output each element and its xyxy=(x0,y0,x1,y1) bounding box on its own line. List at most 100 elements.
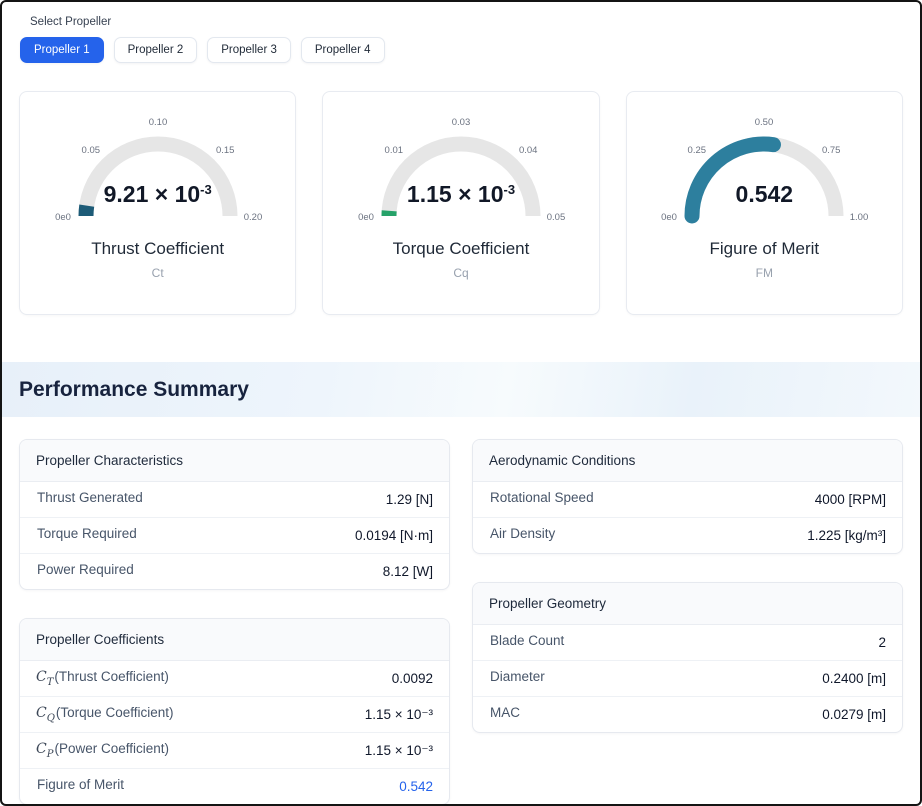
gauge-title: Figure of Merit xyxy=(627,239,902,259)
row-label-text: (Power Coefficient) xyxy=(54,741,169,756)
row-label-text: Diameter xyxy=(490,669,545,684)
gauge-subtitle: Ct xyxy=(20,266,295,280)
gauge-tick-label: 0.20 xyxy=(243,212,262,223)
gauge-svg: 0e00.010.030.040.05 xyxy=(331,104,591,236)
gauge-tick-label: 1.00 xyxy=(850,212,869,223)
gauge-card: 0e0 0.05 0.10 0.15 0.20 9.21 × 10-3 Thrust C… xyxy=(19,91,296,315)
propeller-button-3[interactable]: Propeller 3 xyxy=(207,37,291,63)
summary-card-title: Propeller Geometry xyxy=(473,583,902,625)
summary-row: MAC 0.0279 [m] xyxy=(473,696,902,732)
row-label-text: Rotational Speed xyxy=(490,490,594,505)
gauge-chart: 0e00.010.030.040.05 1.15 × 10-3 xyxy=(331,104,591,236)
row-label-text: Power Required xyxy=(37,562,134,577)
row-value: 2 xyxy=(878,635,886,650)
gauge-tick-label: 0.50 xyxy=(755,117,774,128)
gauge-value-arc xyxy=(86,206,87,216)
row-value: 1.225 [kg/m³] xyxy=(807,528,886,543)
summary-row: Thrust Generated 1.29 [N] xyxy=(20,482,449,517)
propeller-button-group: Propeller 1 Propeller 2 Propeller 3 Propell… xyxy=(20,37,902,63)
gauge-tick-label: 0e0 xyxy=(55,212,71,223)
propeller-button-1[interactable]: Propeller 1 xyxy=(20,37,104,63)
row-value: 0.0092 xyxy=(392,671,433,686)
row-value: 1.29 [N] xyxy=(386,492,433,507)
summary-card-title: Propeller Coefficients xyxy=(20,619,449,661)
row-label: Air Density xyxy=(489,526,555,545)
summary-row: Torque Required 0.0194 [N·m] xyxy=(20,517,449,553)
row-label: CT(Thrust Coefficient) xyxy=(36,669,169,688)
row-label-text: Air Density xyxy=(490,526,555,541)
math-symbol: C xyxy=(36,741,47,757)
math-subscript: Q xyxy=(47,713,55,724)
row-label: CP(Power Coefficient) xyxy=(36,741,169,760)
summary-row: CP(Power Coefficient) 1.15 × 10⁻³ xyxy=(20,732,449,768)
row-label: Torque Required xyxy=(36,526,137,545)
gauge-tick-label: 0.05 xyxy=(547,212,566,223)
summary-row: Air Density 1.225 [kg/m³] xyxy=(473,517,902,553)
summary-row: Figure of Merit 0.542 xyxy=(20,768,449,804)
row-label-text: (Torque Coefficient) xyxy=(56,705,174,720)
row-label: Power Required xyxy=(36,562,134,581)
row-value: 0.0194 [N·m] xyxy=(355,528,433,543)
row-label: CQ(Torque Coefficient) xyxy=(36,705,173,724)
summary-card-body: Rotational Speed 4000 [RPM] Air Density … xyxy=(473,482,902,553)
row-label: Rotational Speed xyxy=(489,490,594,509)
gauge-value: 1.15 × 10-3 xyxy=(331,183,591,206)
gauge-tick-label: 0.01 xyxy=(385,145,404,156)
gauge-tick-label: 0.75 xyxy=(822,145,841,156)
gauge-chart: 0e0 0.05 0.10 0.15 0.20 9.21 × 10-3 xyxy=(28,104,288,236)
summary-row: Power Required 8.12 [W] xyxy=(20,553,449,589)
gauge-svg: 0e0 0.05 0.10 0.15 0.20 xyxy=(28,104,288,236)
summary-column-right: Aerodynamic Conditions Rotational Speed … xyxy=(472,439,903,733)
row-label-text: (Thrust Coefficient) xyxy=(54,669,169,684)
row-value: 1.15 × 10⁻³ xyxy=(365,707,433,723)
propeller-button-2[interactable]: Propeller 2 xyxy=(114,37,198,63)
summary-row: Blade Count 2 xyxy=(473,625,902,660)
gauge-card: 0e00.010.030.040.05 1.15 × 10-3 Torque C… xyxy=(322,91,599,315)
gauge-chart: 0e0 0.25 0.50 0.75 1.00 0.542 xyxy=(634,104,894,236)
row-value: 0.0279 [m] xyxy=(822,707,886,722)
gauge-title: Thrust Coefficient xyxy=(20,239,295,259)
gauge-value: 0.542 xyxy=(634,183,894,206)
summary-card-body: CT(Thrust Coefficient) 0.0092 CQ(Torque … xyxy=(20,661,449,804)
summary-card-title: Propeller Characteristics xyxy=(20,440,449,482)
gauge-tick-label: 0e0 xyxy=(358,212,374,223)
gauge-value: 9.21 × 10-3 xyxy=(28,183,288,206)
row-label: Blade Count xyxy=(489,633,564,652)
row-label-text: Thrust Generated xyxy=(37,490,143,505)
summary-grid: Propeller Characteristics Thrust Generat… xyxy=(2,417,920,806)
summary-card: Aerodynamic Conditions Rotational Speed … xyxy=(472,439,903,554)
row-value: 0.542 xyxy=(399,779,433,794)
gauge-subtitle: Cq xyxy=(323,266,598,280)
row-label: Thrust Generated xyxy=(36,490,143,509)
gauge-tick-label: 0.15 xyxy=(216,145,235,156)
row-label-text: Torque Required xyxy=(37,526,137,541)
summary-card: Propeller Geometry Blade Count 2 Diamete… xyxy=(472,582,903,733)
summary-column-left: Propeller Characteristics Thrust Generat… xyxy=(19,439,450,805)
summary-card-body: Thrust Generated 1.29 [N] Torque Require… xyxy=(20,482,449,589)
row-label-text: Blade Count xyxy=(490,633,564,648)
math-symbol: C xyxy=(36,705,47,721)
gauge-title: Torque Coefficient xyxy=(323,239,598,259)
row-label: MAC xyxy=(489,705,520,724)
app-window: Select Propeller Propeller 1Propeller 2P… xyxy=(0,0,922,806)
gauge-tick-label: 0.25 xyxy=(688,145,707,156)
gauge-card: 0e0 0.25 0.50 0.75 1.00 0.542 Figure of Meri… xyxy=(626,91,903,315)
row-value: 0.2400 [m] xyxy=(822,671,886,686)
propeller-button-4[interactable]: Propeller 4 xyxy=(301,37,385,63)
propeller-selector-section: Select Propeller Propeller 1Propeller 2P… xyxy=(2,2,920,63)
summary-row: CQ(Torque Coefficient) 1.15 × 10⁻³ xyxy=(20,696,449,732)
gauge-tick-label: 0.05 xyxy=(81,145,100,156)
performance-summary-header: Performance Summary xyxy=(2,362,920,417)
summary-row: CT(Thrust Coefficient) 0.0092 xyxy=(20,661,449,696)
row-label-text: Figure of Merit xyxy=(37,777,124,792)
row-value: 1.15 × 10⁻³ xyxy=(365,743,433,759)
gauge-row: 0e0 0.05 0.10 0.15 0.20 9.21 × 10-3 Thrust C… xyxy=(2,63,920,315)
summary-card-body: Blade Count 2 Diameter 0.2400 [m] MAC 0.… xyxy=(473,625,902,732)
gauge-subtitle: FM xyxy=(627,266,902,280)
gauge-tick-label: 0e0 xyxy=(661,212,677,223)
row-label: Diameter xyxy=(489,669,545,688)
row-label-text: MAC xyxy=(490,705,520,720)
summary-row: Rotational Speed 4000 [RPM] xyxy=(473,482,902,517)
performance-summary-title: Performance Summary xyxy=(19,378,249,402)
gauge-tick-label: 0.10 xyxy=(148,117,167,128)
